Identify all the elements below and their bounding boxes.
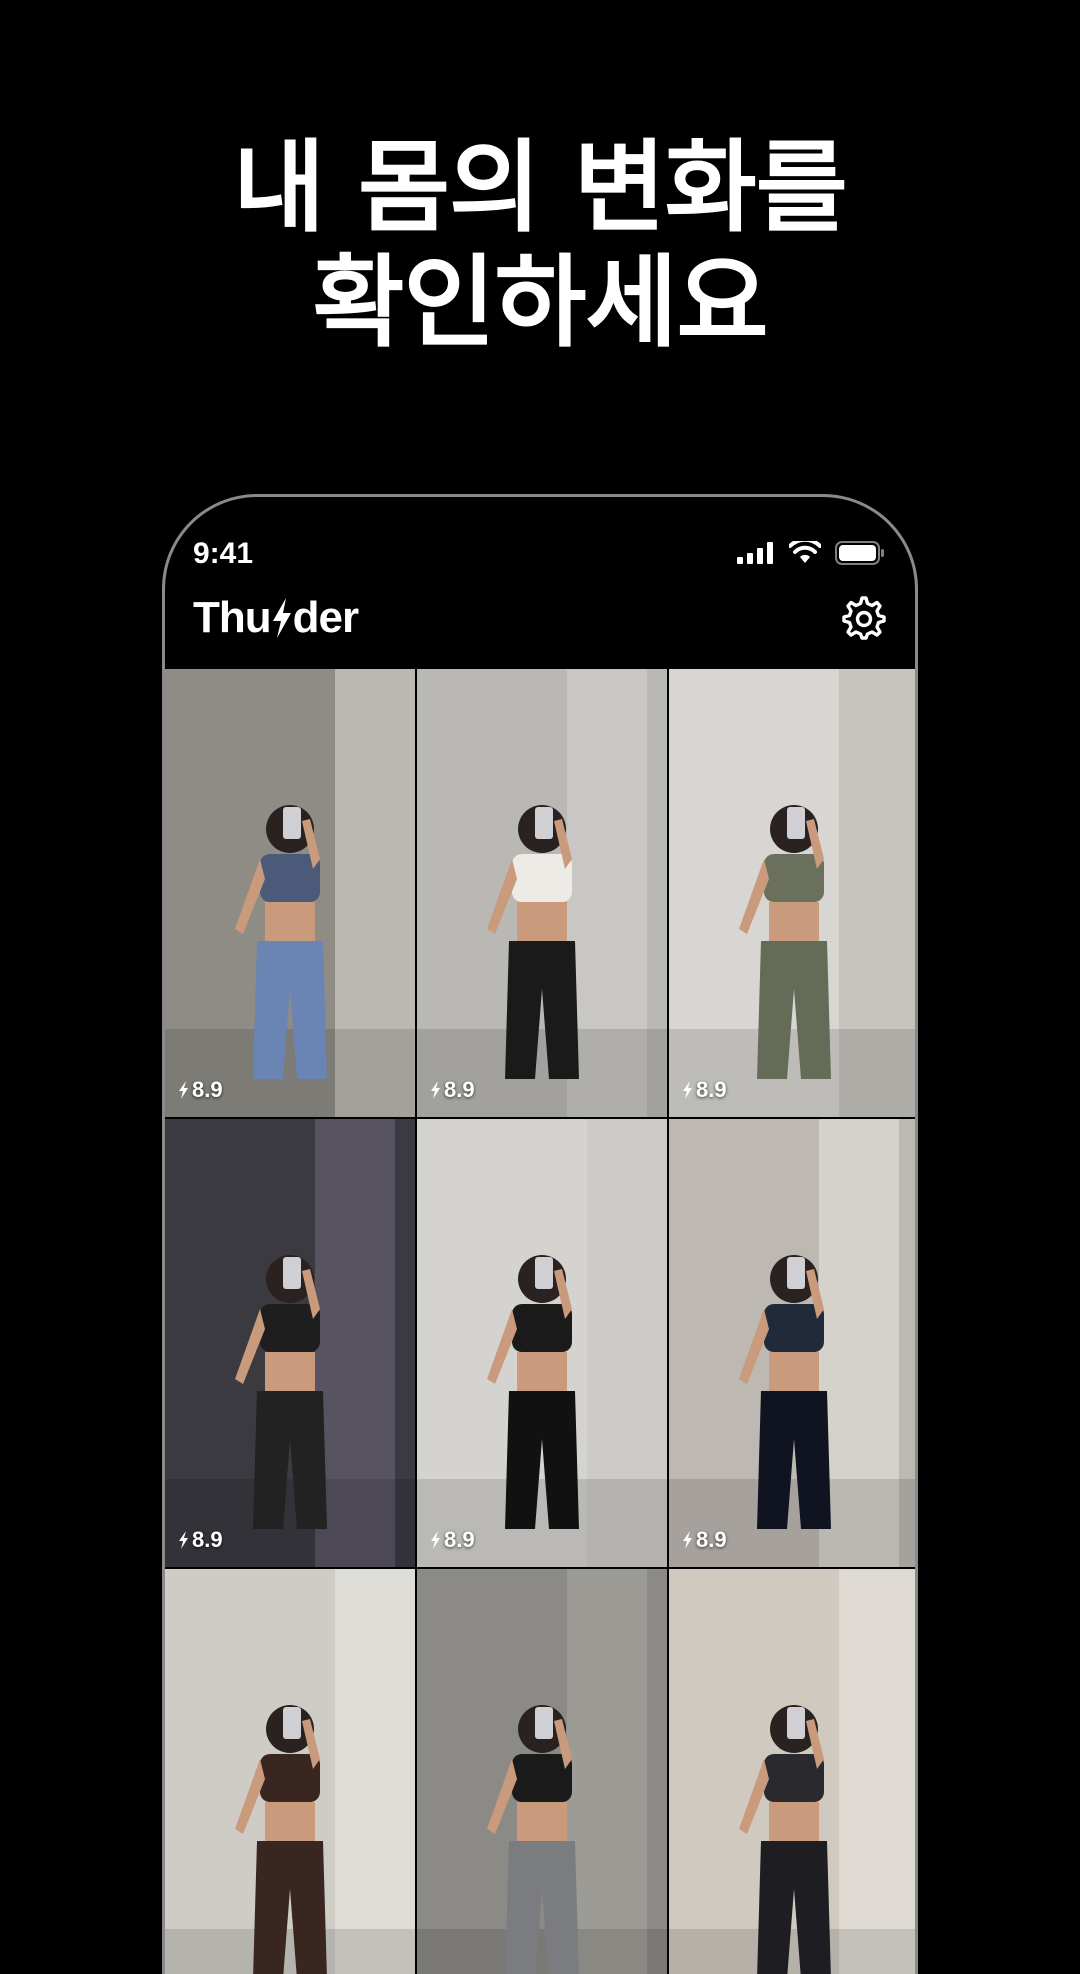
score-value: 8.9 (696, 1077, 727, 1102)
body-photo (669, 1119, 915, 1567)
lightning-bolt-icon (431, 1081, 440, 1099)
photo-grid: 8.9 8.9 8.9 8.9 8.9 8.9 (165, 669, 915, 1974)
lightning-bolt-icon (179, 1531, 188, 1549)
headline-line-2: 확인하세요 (312, 244, 769, 361)
score-badge: 8.9 (429, 1077, 475, 1103)
score-value: 8.9 (444, 1527, 475, 1552)
score-value: 8.9 (444, 1077, 475, 1102)
settings-button[interactable] (841, 595, 887, 641)
body-photo (165, 1119, 415, 1567)
photo-tile[interactable] (669, 1569, 915, 1974)
body-photo (417, 669, 667, 1117)
score-badge: 8.9 (177, 1527, 223, 1553)
logo-text-right: der (292, 593, 359, 642)
photo-tile[interactable]: 8.9 (165, 669, 415, 1117)
body-photo (165, 669, 415, 1117)
lightning-bolt-icon (179, 1081, 188, 1099)
phone-frame: 9:41 Thu der 8.9 8.9 8.9 8.9 8.9 8.9 (162, 494, 918, 1974)
body-photo (417, 1119, 667, 1567)
score-badge: 8.9 (429, 1527, 475, 1553)
lightning-bolt-icon (272, 598, 291, 638)
score-value: 8.9 (192, 1077, 223, 1102)
status-time: 9:41 (193, 537, 254, 570)
photo-tile[interactable]: 8.9 (417, 669, 667, 1117)
body-photo (669, 1569, 915, 1974)
body-photo (417, 1569, 667, 1974)
lightning-bolt-icon (683, 1081, 692, 1099)
score-value: 8.9 (696, 1527, 727, 1552)
battery-icon (835, 541, 884, 565)
photo-tile[interactable] (417, 1569, 667, 1974)
app-logo[interactable]: Thu der (193, 593, 359, 643)
logo-text-left: Thu (193, 593, 272, 642)
gear-icon (842, 596, 886, 640)
app-header: Thu der (165, 589, 915, 661)
score-value: 8.9 (192, 1527, 223, 1552)
headline: 내 몸의 변화를 확인하세요 (0, 130, 1080, 360)
score-badge: 8.9 (681, 1527, 727, 1553)
photo-tile[interactable] (165, 1569, 415, 1974)
photo-tile[interactable]: 8.9 (669, 1119, 915, 1567)
score-badge: 8.9 (177, 1077, 223, 1103)
cellular-signal-icon (737, 542, 773, 564)
status-icons (737, 541, 885, 565)
score-badge: 8.9 (681, 1077, 727, 1103)
lightning-bolt-icon (683, 1531, 692, 1549)
wifi-icon (789, 541, 821, 563)
headline-line-1: 내 몸의 변화를 (233, 129, 848, 246)
status-bar: 9:41 (165, 497, 915, 589)
photo-tile[interactable]: 8.9 (669, 669, 915, 1117)
photo-tile[interactable]: 8.9 (165, 1119, 415, 1567)
photo-tile[interactable]: 8.9 (417, 1119, 667, 1567)
lightning-bolt-icon (431, 1531, 440, 1549)
body-photo (165, 1569, 415, 1974)
body-photo (669, 669, 915, 1117)
